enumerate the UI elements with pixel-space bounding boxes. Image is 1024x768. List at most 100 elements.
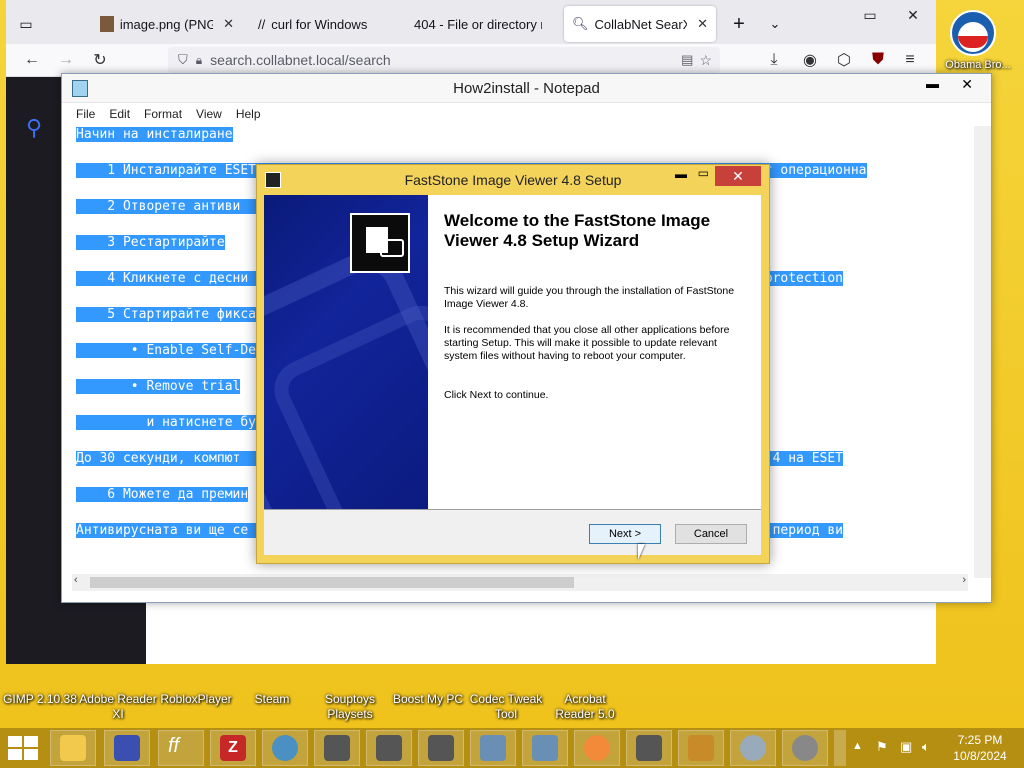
close-button[interactable]: ✕	[715, 166, 761, 186]
vertical-scrollbar[interactable]	[974, 126, 991, 578]
minimize-button[interactable]: ▬	[675, 167, 687, 181]
clock-date: 10/8/2024	[953, 749, 1007, 763]
action-center-icon[interactable]: ⚑	[876, 739, 888, 755]
reader-icon[interactable]: ▤	[681, 52, 693, 68]
network-icon	[480, 735, 506, 761]
taskbar-app-installer-4[interactable]	[626, 730, 672, 766]
taskbar-app-box[interactable]	[678, 730, 724, 766]
taskbar-app-installer-3[interactable]	[418, 730, 464, 766]
taskbar-scroll-handle[interactable]	[834, 730, 846, 766]
shield-icon: ⛉	[178, 52, 188, 67]
desktop-icon-gimp[interactable]: GIMP 2.10.38	[0, 664, 80, 707]
extensions-icon[interactable]: ⬡	[832, 48, 856, 72]
folder-icon	[60, 735, 86, 761]
taskbar-app-network-1[interactable]	[470, 730, 516, 766]
close-icon[interactable]: ✕	[697, 16, 708, 32]
taskbar-file-explorer[interactable]	[50, 730, 96, 766]
menu-file[interactable]: File	[76, 107, 95, 121]
wizard-content: Welcome to the FastStone Image Viewer 4.…	[428, 195, 761, 509]
desktop-icon-codec-tweak[interactable]: Codec Tweak Tool	[466, 664, 546, 722]
minimize-button[interactable]: ▭	[852, 0, 888, 30]
start-button[interactable]	[8, 736, 38, 760]
url-bar[interactable]: ⛉ 🔒︎ search.collabnet.local/search ▤ ☆	[168, 47, 720, 73]
taskbar-app-orange[interactable]	[574, 730, 620, 766]
scroll-right-icon[interactable]: ›	[962, 574, 966, 586]
text-line	[76, 144, 962, 162]
url-text: search.collabnet.local/search	[210, 52, 391, 68]
downloads-icon[interactable]: ⤓	[762, 48, 786, 72]
menu-icon[interactable]: ≡	[898, 48, 922, 72]
search-icon: ⚲	[26, 115, 43, 140]
wizard-paragraph-3: Click Next to continue.	[444, 389, 549, 401]
clock[interactable]: 7:25 PM 10/8/2024	[948, 732, 1012, 764]
close-icon[interactable]: ✕	[223, 16, 234, 32]
desktop-icon-roblox[interactable]: RobloxPlayer	[156, 664, 236, 707]
box-icon	[688, 735, 714, 761]
user-label: Obama Bro...	[945, 59, 1011, 71]
roblox-icon	[180, 664, 212, 690]
close-button[interactable]: ✕	[961, 76, 973, 93]
menu-help[interactable]: Help	[236, 107, 261, 121]
text-line-content: 3 Рестартирайте	[76, 235, 225, 250]
forward-icon[interactable]: →	[54, 48, 78, 72]
wizard-paragraph-2: It is recommended that you close all oth…	[444, 324, 730, 362]
reload-icon[interactable]: ↻	[88, 48, 112, 72]
taskbar-app-bird[interactable]	[104, 730, 150, 766]
chevron-up-icon[interactable]: ▲	[852, 740, 863, 752]
tab-searxng[interactable]: 🔍︎ CollabNet SearXNG ✕	[564, 6, 716, 42]
tab-overview-button[interactable]: ▭	[6, 6, 46, 42]
curl-icon: //	[258, 16, 266, 32]
gimp-icon	[24, 664, 56, 690]
menu-view[interactable]: View	[196, 107, 222, 121]
installer-icon	[428, 735, 454, 761]
taskbar-app-globe[interactable]	[262, 730, 308, 766]
tabs-overview-icon: ▭	[19, 15, 33, 32]
tab-image[interactable]: image.png (PNG Im ✕	[92, 6, 242, 42]
setup-title: FastStone Image Viewer 4.8 Setup	[404, 172, 622, 188]
network-status-icon[interactable]: ▣	[900, 739, 912, 755]
mouse-cursor	[638, 544, 645, 560]
horizontal-scrollbar[interactable]: ‹ ›	[72, 574, 968, 591]
desktop-icon-acrobat[interactable]: Acrobat Reader 5.0	[545, 664, 625, 722]
menu-format[interactable]: Format	[144, 107, 182, 121]
taskbar-app-network-2[interactable]	[522, 730, 568, 766]
scroll-left-icon[interactable]: ‹	[74, 574, 78, 586]
notepad-titlebar: How2install - Notepad ▬ ✕	[62, 74, 991, 103]
cancel-button[interactable]: Cancel	[675, 524, 747, 544]
scrollbar-thumb[interactable]	[90, 577, 574, 588]
bookmark-star-icon[interactable]: ☆	[699, 52, 712, 69]
desktop-icon-steam[interactable]: Steam	[232, 664, 312, 707]
maximize-button[interactable]: ▭	[698, 166, 709, 180]
taskbar-app-installer-1[interactable]	[314, 730, 360, 766]
taskbar-app-ff[interactable]: ff	[158, 730, 204, 766]
desktop-icon-adobe-reader[interactable]: Adobe Reader XI	[78, 664, 158, 722]
desktop-icon-souptoys[interactable]: Souptoys Playsets	[310, 664, 390, 722]
filezilla-icon: Z	[220, 735, 246, 761]
adobe-reader-icon	[102, 664, 134, 690]
tab-curl[interactable]: // curl for Windows	[250, 6, 400, 42]
chevron-down-icon[interactable]: ⌄	[760, 6, 790, 42]
new-tab-button[interactable]: +	[724, 6, 754, 42]
close-button[interactable]: ✕	[890, 0, 936, 30]
ublock-icon[interactable]: ⛊	[866, 48, 890, 72]
disc-icon	[740, 735, 766, 761]
taskbar-filezilla[interactable]: Z	[210, 730, 256, 766]
back-icon[interactable]: ←	[20, 48, 44, 72]
setup-titlebar: FastStone Image Viewer 4.8 Setup ▬ ▭ ✕	[257, 165, 769, 195]
volume-icon[interactable]: 🔈︎	[922, 739, 930, 755]
tab-404[interactable]: 404 - File or directory n	[406, 6, 558, 42]
taskbar-app-disc[interactable]	[730, 730, 776, 766]
next-button[interactable]: Next >	[589, 524, 661, 544]
menu-edit[interactable]: Edit	[109, 107, 130, 121]
avatar[interactable]	[950, 10, 996, 56]
acrobat-icon	[569, 664, 601, 690]
taskbar-app-tools[interactable]	[782, 730, 828, 766]
minimize-button[interactable]: ▬	[926, 76, 939, 91]
account-icon[interactable]: ◉	[798, 48, 822, 72]
notepad-title: How2install - Notepad	[453, 80, 600, 97]
wizard-paragraph-1: This wizard will guide you through the i…	[444, 285, 735, 310]
taskbar-app-installer-2[interactable]	[366, 730, 412, 766]
text-line-content: 5 Стартирайте фикса	[76, 307, 257, 322]
search-icon: 🔍︎	[572, 16, 589, 31]
desktop-icon-boost-my-pc[interactable]: Boost My PC	[388, 664, 468, 707]
